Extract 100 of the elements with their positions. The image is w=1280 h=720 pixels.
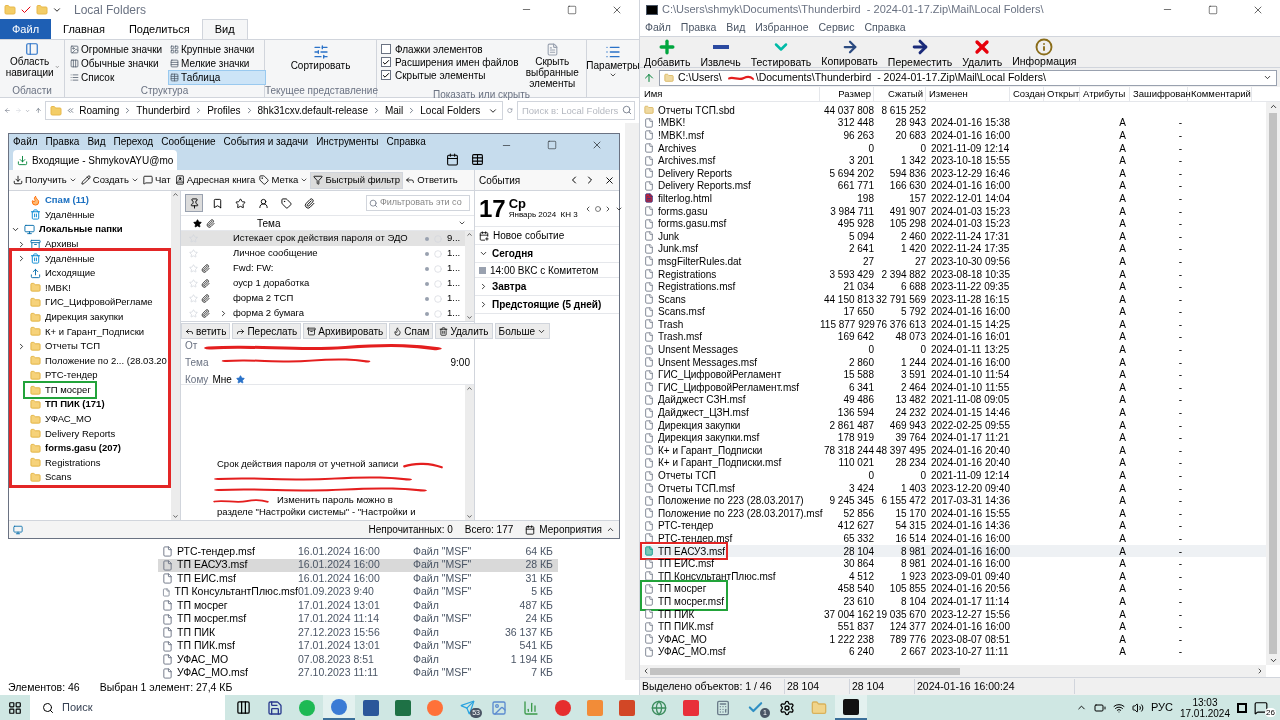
archive-row[interactable]: Отчеты ТСП.msf 3 424 1 403 2023-12-20 09:40 A - <box>640 481 1266 495</box>
archive-row[interactable]: Дирекция закупки 2 861 487 469 943 2022-02-25 09:55 A - <box>640 418 1266 432</box>
toolbar-button[interactable]: Быстрый фильтр <box>310 171 404 189</box>
menu-item[interactable]: Сервис <box>818 19 855 36</box>
archive-row[interactable]: Registrations 3 593 429 2 394 882 2023-08-18 10:35 A - <box>640 267 1266 281</box>
column-header[interactable]: Имя <box>640 87 820 101</box>
message-row[interactable]: форма 2 бумага 1... <box>181 306 465 321</box>
file-row[interactable]: ТП мосрег 17.01.2024 13:01 Файл 487 КБ <box>158 599 558 613</box>
toolbar-button[interactable]: Создать <box>78 171 141 189</box>
column-header[interactable]: Размер <box>820 87 874 101</box>
ribbon-tab[interactable]: Вид <box>201 19 248 39</box>
agenda-section[interactable]: Предстоящие (5 дней) <box>475 296 619 313</box>
filter-field[interactable]: Фильтровать эти со <box>366 195 470 211</box>
archive-row[interactable]: Delivery Reports.msf 661 771 166 630 2024-01-16 16:00 A - <box>640 179 1266 193</box>
archive-row[interactable]: ТП мосрег 458 540 105 855 2024-01-16 20:56 A - <box>640 582 1266 596</box>
menu-item[interactable]: Правка <box>680 19 717 36</box>
folder-item[interactable]: Удалённые <box>11 207 171 223</box>
layout-option[interactable]: Крупные значки <box>169 43 265 56</box>
message-row[interactable]: Fwd: FW: 1... <box>181 261 465 276</box>
archive-row[interactable]: Scans 44 150 813 32 791 569 2023-11-28 16:15 A - <box>640 292 1266 306</box>
archive-row[interactable]: Archives.msf 3 201 1 342 2023-10-18 15:55 A - <box>640 154 1266 167</box>
breadcrumb-item[interactable]: Mail <box>384 103 404 118</box>
menu-item[interactable]: Правка <box>45 133 80 149</box>
archive-row[interactable]: ТП мосрег.msf 23 610 8 104 2024-01-17 11:14 A - <box>640 595 1266 608</box>
archive-row[interactable]: forms.gasu.msf 495 928 105 298 2024-01-03 15:23 A - <box>640 217 1266 230</box>
archive-row[interactable]: !MBK!.msf 96 263 20 683 2024-01-16 16:00 A - <box>640 129 1266 142</box>
options-button[interactable]: Параметры <box>587 40 639 79</box>
archive-row[interactable]: !MBK! 312 448 28 943 2024-01-16 15:38 A - <box>640 116 1266 130</box>
file-row[interactable]: ТП КонсультантПлюс.msf01.09.2023 9:40 Файл "MSF" 5 КБ <box>158 585 558 599</box>
archive-row[interactable]: Дайджест_ЦЗН.msf 136 594 24 232 2024-01-15 14:46 A - <box>640 406 1266 419</box>
archive-row[interactable]: Положение по 223 (28.03.2017).msf 52 856 15 170 2024-01-16 15:55 A - <box>640 507 1266 520</box>
column-header[interactable]: Создан <box>1010 87 1044 101</box>
notifications-button[interactable]: 26 <box>1254 698 1276 717</box>
file-row[interactable]: УФАС_МО 07.08.2023 8:51 Файл 1 194 КБ <box>158 653 558 667</box>
column-header[interactable]: Тема <box>257 215 454 231</box>
agenda-section[interactable]: Сегодня <box>475 245 619 262</box>
agenda-button[interactable]: Мероприятия <box>525 522 615 537</box>
archive-row[interactable]: ТП КонсультантПлюс.msf 4 512 1 923 2023-09-01 09:40 A - <box>640 569 1266 583</box>
menu-item[interactable]: Сообщение <box>161 133 216 149</box>
ribbon-tab[interactable]: Файл <box>0 19 52 39</box>
toolbar-button[interactable]: Копировать <box>821 37 878 67</box>
action-button[interactable]: ветить <box>181 323 231 339</box>
archive-row[interactable]: Дирекция закупки.msf 178 919 39 764 2024-01-17 11:21 A - <box>640 431 1266 445</box>
archive-row[interactable]: forms.gasu 3 984 711 491 907 2024-01-03 15:23 A - <box>640 204 1266 218</box>
archive-row[interactable]: Положение по 223 (28.03.2017) 9 245 345 6 155 472 2017-03-31 14:36 A - <box>640 494 1266 507</box>
archive-row[interactable]: Trash.msf 169 642 48 073 2024-01-16 16:01 A - <box>640 330 1266 344</box>
archive-row[interactable]: К+ и Гарант_Подписки 78 318 244 48 397 495 2024-01-16 20:40 A - <box>640 444 1266 457</box>
archive-row[interactable]: Registrations.msf 21 034 6 688 2023-11-22 09:35 A - <box>640 280 1266 293</box>
toolbar-button[interactable]: Переместить <box>887 36 953 68</box>
archive-row[interactable]: msgFilterRules.dat 27 27 2023-10-30 09:56 A - <box>640 255 1266 268</box>
column-header[interactable]: Изменен <box>926 87 1010 101</box>
folder-item[interactable]: Спам (11) <box>11 193 171 208</box>
menu-item[interactable]: Справка <box>864 19 906 36</box>
toolbar-button[interactable]: Метка <box>257 171 311 189</box>
archive-row[interactable]: Unsent Messages 0 0 2024-01-11 13:25 A - <box>640 343 1266 356</box>
archive-row[interactable]: Отчеты ТСП.sbd 44 037 808 8 615 252 <box>640 104 1266 117</box>
layout-option[interactable]: Таблица <box>169 71 265 84</box>
archive-row[interactable]: Junk.msf 2 641 1 420 2022-11-24 17:35 A - <box>640 242 1266 256</box>
column-header[interactable]: Открыт <box>1044 87 1080 101</box>
archive-row[interactable]: Trash 115 877 92976 376 613 2024-01-15 14:25 A - <box>640 318 1266 331</box>
menu-item[interactable]: Инструменты <box>316 133 379 149</box>
archive-row[interactable]: ТП ЕИС.msf 30 864 8 981 2024-01-16 16:00 A - <box>640 557 1266 570</box>
menu-item[interactable]: Файл <box>13 133 38 149</box>
archive-row[interactable]: filterlog.html 198 157 2022-12-01 14:04 A - <box>640 192 1266 205</box>
toolbar-button[interactable]: Удалить <box>962 36 1003 68</box>
folder-item[interactable]: Локальные папки <box>11 222 171 237</box>
archive-row[interactable]: Scans.msf 17 650 5 792 2024-01-16 16:00 A - <box>640 305 1266 319</box>
message-row[interactable]: оуср 1 доработка 1... <box>181 276 465 291</box>
hide-selected-button[interactable]: Скрыть выбранные элементы <box>522 43 582 89</box>
archive-row[interactable]: ТП ПИК.msf 551 837 124 377 2024-01-16 16:00 A - <box>640 620 1266 633</box>
layout-option[interactable]: Огромные значки <box>69 43 165 56</box>
archive-row[interactable]: УФАС_МО.msf 6 240 2 667 2023-10-27 11:11 A - <box>640 645 1266 659</box>
toolbar-button[interactable]: Добавить <box>644 36 691 68</box>
toolbar-button[interactable]: Ответить <box>403 171 460 189</box>
menu-item[interactable]: Избранное <box>755 19 809 36</box>
archive-row[interactable]: ГИС_ЦифровойРегламент 15 588 3 591 2024-01-10 11:54 A - <box>640 368 1266 382</box>
file-row[interactable]: УФАС_МО.msf 27.10.2023 11:11 Файл "MSF" 7 КБ <box>158 666 558 680</box>
breadcrumb-item[interactable]: Local Folders <box>420 103 481 118</box>
archive-row[interactable]: Unsent Messages.msf 2 860 1 244 2024-01-16 16:00 A - <box>640 355 1266 369</box>
message-row[interactable]: форма 2 ТСП 1... <box>181 291 465 306</box>
folder-item[interactable]: Удалённые <box>11 251 171 266</box>
toolbar-button[interactable]: Адресная книга <box>172 171 258 189</box>
ribbon-tab[interactable]: Поделиться <box>116 19 202 39</box>
language-indicator[interactable]: РУС <box>1150 699 1173 716</box>
breadcrumb-item[interactable]: Thunderbird <box>136 103 191 118</box>
file-row[interactable]: РТС-тендер.msf 16.01.2024 16:00 Файл "MSF" 64 КБ <box>158 545 558 559</box>
archive-row[interactable]: Отчеты ТСП 0 0 2021-11-09 12:14 A - <box>640 469 1266 482</box>
search-field[interactable]: Поиск <box>30 695 225 720</box>
layout-option[interactable]: Мелкие значки <box>169 57 265 70</box>
mail-tab[interactable]: Входящие - ShmykovAYU@mo <box>13 150 178 170</box>
archive-row[interactable]: Delivery Reports 5 694 202 594 836 2023-12-29 16:46 A - <box>640 166 1266 180</box>
event-item[interactable]: 14:00 ВКС с Комитетом <box>475 262 619 277</box>
toolbar-button[interactable]: Тестировать <box>750 36 812 68</box>
folder-item[interactable]: Scans <box>11 470 171 485</box>
search-field[interactable]: Поиск в: Local Folders <box>517 101 635 120</box>
path-field[interactable]: C:\Users\ \Documents\Thunderbird - 2024-01-17.Zip\Mail\Local Folders\ <box>659 69 1277 86</box>
toolbar-button[interactable]: Получить <box>11 171 79 189</box>
toolbar-button[interactable]: Чат <box>140 171 173 189</box>
column-header[interactable]: Атрибуты <box>1080 87 1130 101</box>
menu-item[interactable]: Файл <box>645 19 671 36</box>
